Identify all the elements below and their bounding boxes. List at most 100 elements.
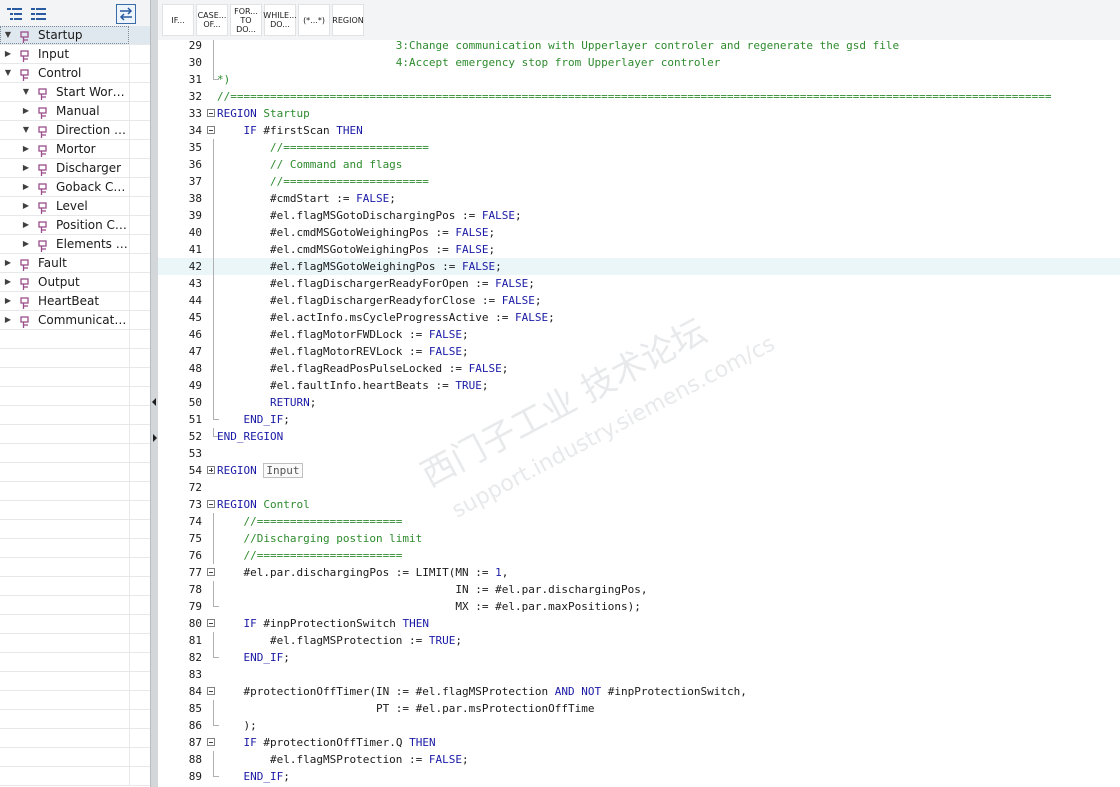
tree-item[interactable]: ▶ Communicatio...: [0, 311, 150, 330]
code-line[interactable]: 47 #el.flagMotorREVLock := FALSE;: [158, 343, 1120, 360]
snippet-button[interactable]: WHILE... DO...: [263, 4, 297, 36]
code-line[interactable]: 52 END_REGION: [158, 428, 1120, 445]
code-line[interactable]: 46 #el.flagMotorFWDLock := FALSE;: [158, 326, 1120, 343]
code-line[interactable]: 39 #el.flagMSGotoDischargingPos := FALSE…: [158, 207, 1120, 224]
expand-arrow-icon[interactable]: ▶: [21, 102, 31, 120]
snippet-button[interactable]: CASE... OF...: [196, 4, 228, 36]
collapse-left-icon[interactable]: [152, 398, 156, 406]
code-line[interactable]: 88 #el.flagMSProtection := FALSE;: [158, 751, 1120, 768]
collapse-arrow-icon[interactable]: ▼: [3, 64, 13, 82]
code-line[interactable]: 49 #el.faultInfo.heartBeats := TRUE;: [158, 377, 1120, 394]
code-line[interactable]: 76 //======================: [158, 547, 1120, 564]
snippet-button[interactable]: REGION: [332, 4, 364, 36]
panel-splitter[interactable]: [150, 0, 158, 787]
code-line[interactable]: 51 END_IF;: [158, 411, 1120, 428]
code-line[interactable]: 37 //======================: [158, 173, 1120, 190]
code-line[interactable]: 54 REGION Input: [158, 462, 1120, 479]
code-line[interactable]: 50 RETURN;: [158, 394, 1120, 411]
code-line[interactable]: 80 IF #inpProtectionSwitch THEN: [158, 615, 1120, 632]
code-line[interactable]: 31 *): [158, 71, 1120, 88]
expand-arrow-icon[interactable]: ▶: [3, 292, 13, 310]
code-line[interactable]: 86 );: [158, 717, 1120, 734]
expand-right-icon[interactable]: [153, 434, 157, 442]
tree-item[interactable]: ▶ Output: [0, 273, 150, 292]
code-line[interactable]: 89 END_IF;: [158, 768, 1120, 785]
code-line[interactable]: 73 REGION Control: [158, 496, 1120, 513]
code-line[interactable]: 83: [158, 666, 1120, 683]
tree-item[interactable]: ▶ Manual: [0, 102, 150, 121]
code-line[interactable]: 43 #el.flagDischargerReadyForOpen := FAL…: [158, 275, 1120, 292]
code-line[interactable]: 75 //Discharging postion limit: [158, 530, 1120, 547]
tree-item[interactable]: ▼ Startup: [0, 26, 150, 45]
expand-arrow-icon[interactable]: ▶: [21, 159, 31, 177]
code-line[interactable]: 32 //====================================…: [158, 88, 1120, 105]
expand-arrow-icon[interactable]: ▶: [21, 140, 31, 158]
expand-arrow-icon[interactable]: ▶: [21, 216, 31, 234]
collapse-arrow-icon[interactable]: ▼: [21, 121, 31, 139]
snippet-button[interactable]: FOR... TO DO...: [230, 4, 262, 36]
code-line[interactable]: 85 PT := #el.par.msProtectionOffTime: [158, 700, 1120, 717]
snippet-button[interactable]: IF...: [162, 4, 194, 36]
code-line[interactable]: 79 MX := #el.par.maxPositions);: [158, 598, 1120, 615]
code-line[interactable]: 87 IF #protectionOffTimer.Q THEN: [158, 734, 1120, 751]
code-line[interactable]: 44 #el.flagDischargerReadyforClose := FA…: [158, 292, 1120, 309]
tree-item[interactable]: ▶ Goback Con...: [0, 178, 150, 197]
collapse-arrow-icon[interactable]: ▼: [21, 83, 31, 101]
tree-item[interactable]: ▶ Fault: [0, 254, 150, 273]
code-line[interactable]: 53: [158, 445, 1120, 462]
tree-item[interactable]: ▶ Input: [0, 45, 150, 64]
tree-item[interactable]: ▶ Level: [0, 197, 150, 216]
collapsed-region-label[interactable]: Input: [263, 463, 303, 478]
code-line[interactable]: 42 #el.flagMSGotoWeighingPos := FALSE;: [158, 258, 1120, 275]
tree-item[interactable]: ▶ HeartBeat: [0, 292, 150, 311]
expand-arrow-icon[interactable]: ▶: [21, 178, 31, 196]
snippet-button[interactable]: (*...*): [298, 4, 330, 36]
code-line[interactable]: 77 #el.par.dischargingPos := LIMIT(MN :=…: [158, 564, 1120, 581]
code-line[interactable]: 36 // Command and flags: [158, 156, 1120, 173]
code-line[interactable]: 40 #el.cmdMSGotoWeighingPos := FALSE;: [158, 224, 1120, 241]
tree-item[interactable]: ▼ Control: [0, 64, 150, 83]
fold-collapse-icon[interactable]: [207, 687, 215, 695]
expand-all-icon[interactable]: [5, 4, 25, 24]
tree-item[interactable]: ▼ Start Workin...: [0, 83, 150, 102]
expand-arrow-icon[interactable]: ▶: [3, 273, 13, 291]
code-line[interactable]: 34 IF #firstScan THEN: [158, 122, 1120, 139]
fold-expand-icon[interactable]: [207, 466, 215, 474]
fold-collapse-icon[interactable]: [207, 109, 215, 117]
tree-item[interactable]: ▶ Mortor: [0, 140, 150, 159]
code-line[interactable]: 84 #protectionOffTimer(IN := #el.flagMSP…: [158, 683, 1120, 700]
tree-item[interactable]: ▶ Position Cal...: [0, 216, 150, 235]
expand-arrow-icon[interactable]: ▶: [3, 254, 13, 272]
code-line[interactable]: 29 3:Change communication with Upperlaye…: [158, 40, 1120, 54]
fold-collapse-icon[interactable]: [207, 500, 215, 508]
code-line[interactable]: 78 IN := #el.par.dischargingPos,: [158, 581, 1120, 598]
code-line[interactable]: 72: [158, 479, 1120, 496]
code-line[interactable]: 33 REGION Startup: [158, 105, 1120, 122]
tree-item[interactable]: ▶ Discharger: [0, 159, 150, 178]
code-line[interactable]: 41 #el.cmdMSGotoWeighingPos := FALSE;: [158, 241, 1120, 258]
code-line[interactable]: 74 //======================: [158, 513, 1120, 530]
code-editor[interactable]: 29 3:Change communication with Upperlaye…: [158, 40, 1120, 787]
code-line[interactable]: 35 //======================: [158, 139, 1120, 156]
fold-guide: [213, 547, 214, 564]
expand-arrow-icon[interactable]: ▶: [21, 197, 31, 215]
code-line[interactable]: 48 #el.flagReadPosPulseLocked := FALSE;: [158, 360, 1120, 377]
expand-arrow-icon[interactable]: ▶: [3, 45, 13, 63]
synchronize-icon[interactable]: [116, 4, 136, 24]
code-line[interactable]: 38 #cmdStart := FALSE;: [158, 190, 1120, 207]
tree-item[interactable]: ▼ Direction an...: [0, 121, 150, 140]
fold-collapse-icon[interactable]: [207, 619, 215, 627]
expand-arrow-icon[interactable]: ▶: [3, 311, 13, 329]
fold-collapse-icon[interactable]: [207, 126, 215, 134]
collapse-all-icon[interactable]: [29, 4, 49, 24]
fold-collapse-icon[interactable]: [207, 568, 215, 576]
collapse-arrow-icon[interactable]: ▼: [3, 26, 13, 44]
code-line[interactable]: 82 END_IF;: [158, 649, 1120, 666]
expand-arrow-icon[interactable]: ▶: [21, 235, 31, 253]
tree-item[interactable]: ▶ Elements Fa...: [0, 235, 150, 254]
code-line[interactable]: 45 #el.actInfo.msCycleProgressActive := …: [158, 309, 1120, 326]
code-token: ;: [462, 328, 469, 341]
fold-collapse-icon[interactable]: [207, 738, 215, 746]
code-line[interactable]: 81 #el.flagMSProtection := TRUE;: [158, 632, 1120, 649]
code-line[interactable]: 30 4:Accept emergency stop from Upperlay…: [158, 54, 1120, 71]
